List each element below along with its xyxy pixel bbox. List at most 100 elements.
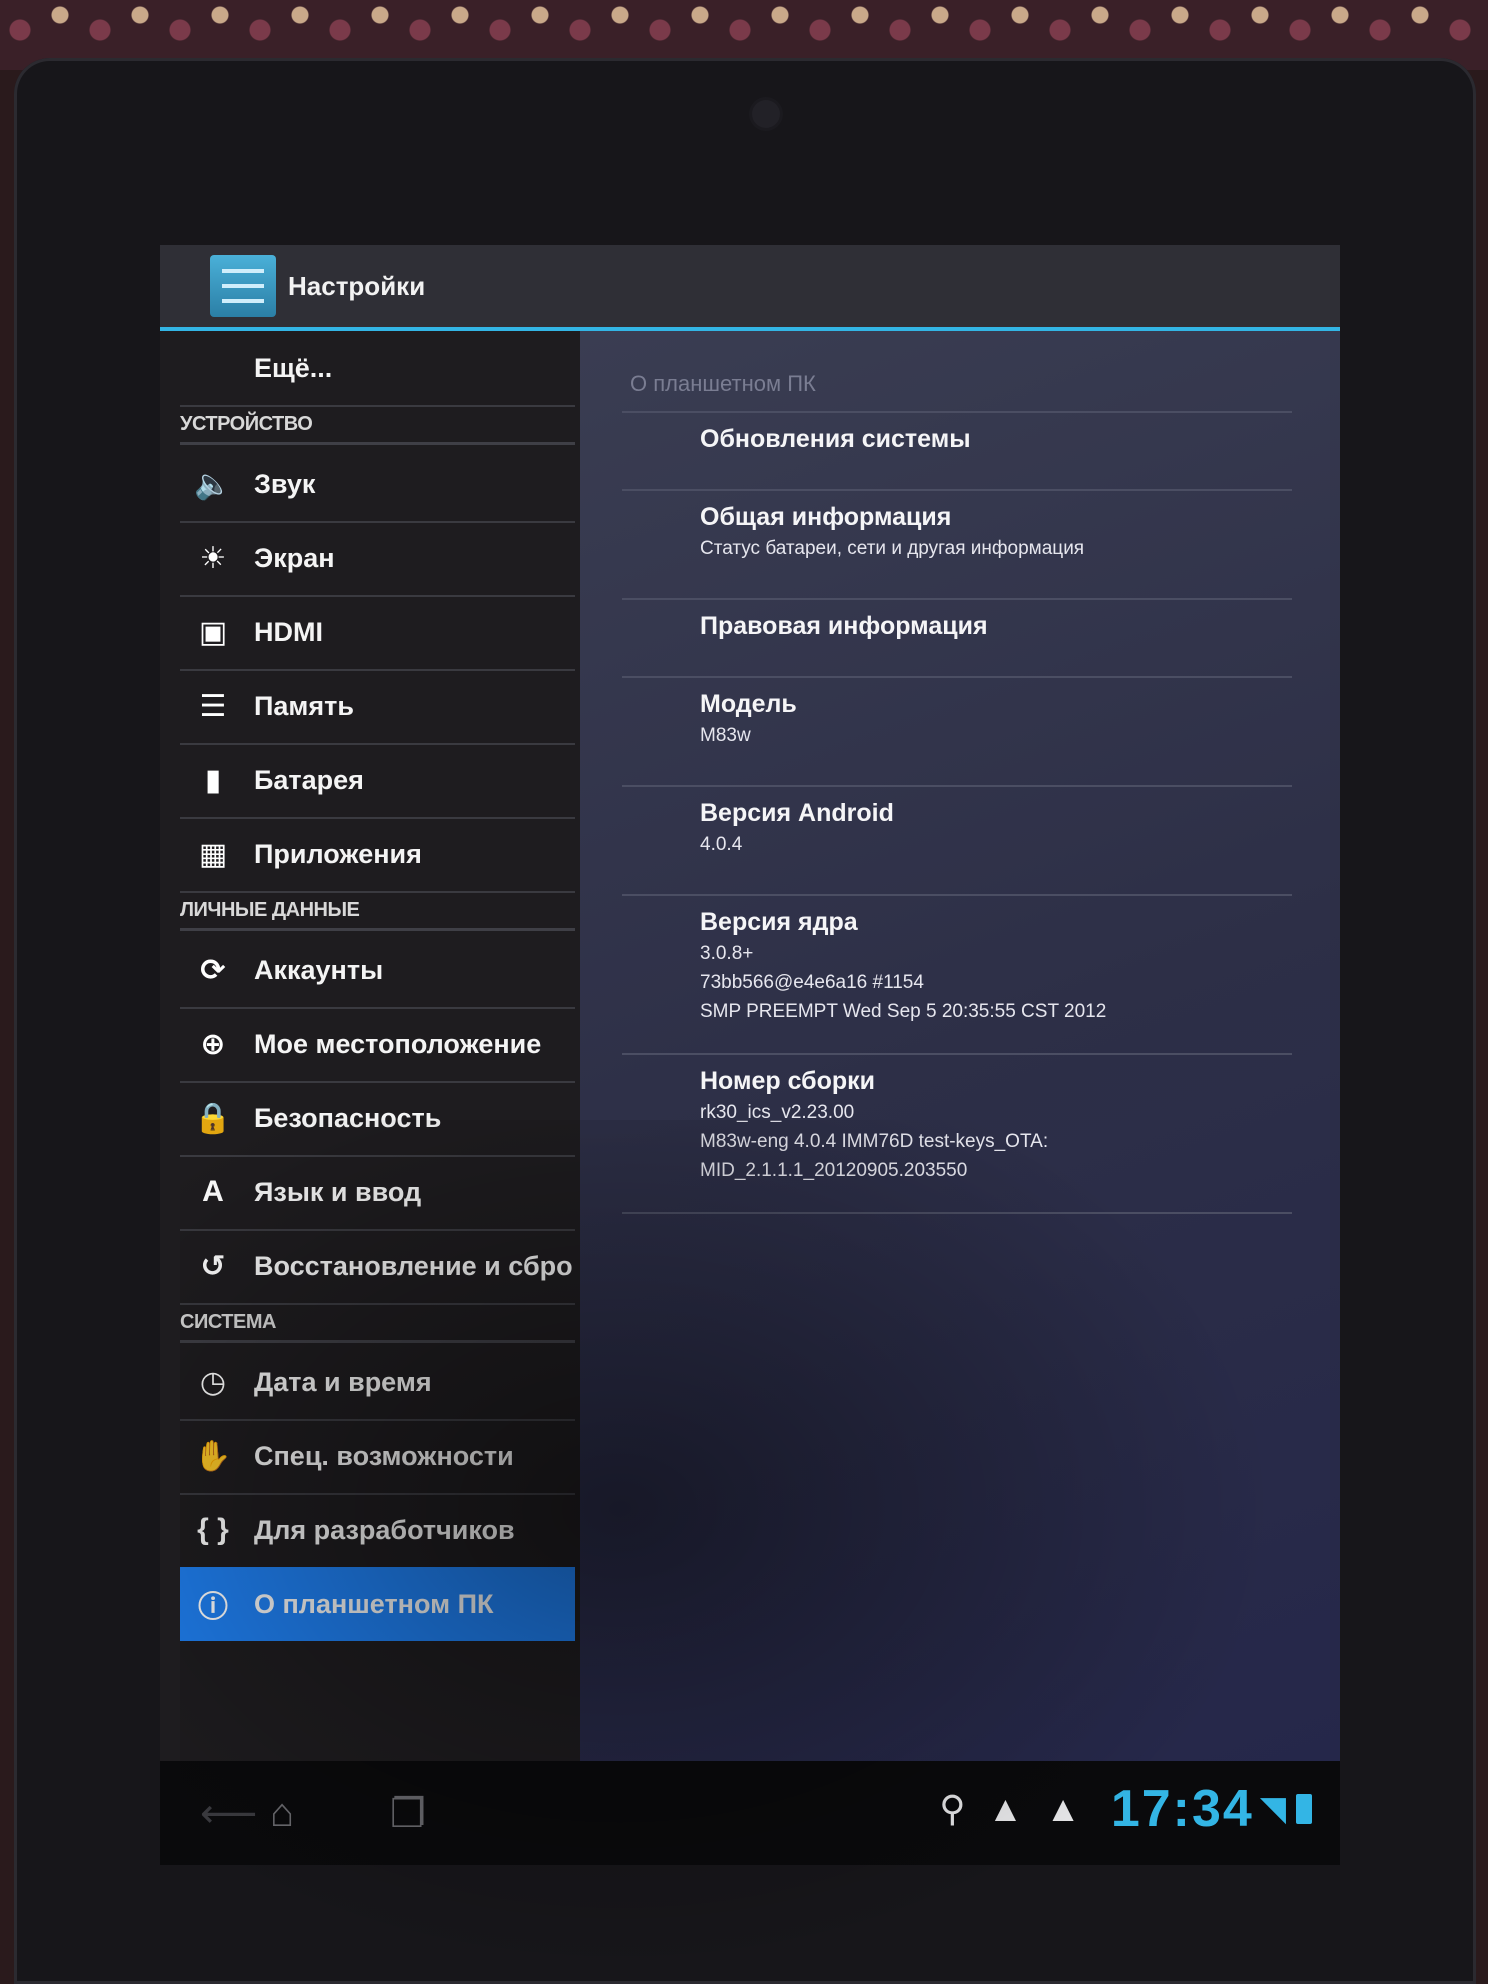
preference-summary: 4.0.4 (700, 834, 743, 855)
sidebar-item-label: О планшетном ПК (254, 1588, 494, 1619)
sidebar-item-label: Экран (254, 542, 335, 573)
divider (622, 676, 1292, 678)
clock: 17:34 (1110, 1780, 1254, 1838)
sidebar-item[interactable]: ☀ Экран (180, 521, 575, 597)
sync-icon: ⟳ (200, 953, 226, 987)
preference-summary: M83w-eng 4.0.4 IMM76D test-keys_OTA: (700, 1131, 1049, 1152)
detail-panel: О планшетном ПК Обновления системы Общая … (580, 331, 1340, 1761)
battery-icon: ▮ (204, 763, 222, 797)
sidebar-item[interactable]: ☰ Память (180, 669, 575, 745)
sidebar-item[interactable]: ▮ Батарея (180, 743, 575, 819)
divider (622, 489, 1292, 491)
sidebar-item-label: Спец. возможности (254, 1440, 514, 1471)
sidebar-item[interactable]: Ещё... (180, 331, 575, 407)
preference-item[interactable]: Модель M83w (700, 690, 1300, 748)
preference-item[interactable]: Общая информация Статус батареи, сети и д… (700, 503, 1300, 561)
screen: Настройки Ещё... УСТРОЙСТВО 🔈 Звук ☀ Экран ▣ HD… (160, 245, 1340, 1865)
sidebar-item-label: Восстановление и сбро (254, 1250, 573, 1281)
sidebar-section-header: ЛИЧНЫЕ ДАННЫЕ (180, 891, 575, 931)
sidebar-item[interactable]: ⊕ Мое местоположение (180, 1007, 575, 1083)
sidebar-item-label: Ещё... (254, 352, 333, 383)
hand-icon: ✋ (194, 1439, 232, 1473)
sidebar-section-header: СИСТЕМА (180, 1303, 575, 1343)
preference-title: Версия ядра (700, 908, 858, 936)
divider (622, 598, 1292, 600)
preference-item[interactable]: Обновления системы (700, 425, 1300, 454)
preference-item[interactable]: Версия Android 4.0.4 (700, 799, 1300, 857)
preference-title: Модель (700, 690, 797, 718)
sidebar-item-label: Аккаунты (254, 954, 384, 985)
settings-sliders-icon[interactable] (210, 255, 276, 317)
language-icon: A (202, 1175, 224, 1208)
sidebar-item-label: Безопасность (254, 1102, 442, 1133)
speaker-icon: 🔈 (194, 467, 232, 501)
sidebar-item-label: HDMI (254, 616, 323, 647)
front-camera (752, 100, 780, 128)
divider (622, 894, 1292, 896)
brightness-icon: ☀ (199, 541, 227, 575)
divider (622, 1212, 1292, 1214)
braces-icon: { } (197, 1513, 229, 1546)
preference-title: Версия Android (700, 799, 894, 827)
preference-title: Номер сборки (700, 1067, 876, 1095)
sidebar-section-header: УСТРОЙСТВО (180, 405, 575, 445)
back-icon[interactable]: ⟵ (200, 1791, 257, 1837)
sidebar-item[interactable]: ▣ HDMI (180, 595, 575, 671)
preference-summary: Статус батареи, сети и другая информация (700, 538, 1085, 559)
preference-summary: 3.0.8+ (700, 943, 754, 964)
preference-summary: SMP PREEMPT Wed Sep 5 20:35:55 CST 2012 (700, 1001, 1107, 1022)
blank-icon (190, 345, 236, 391)
lock-icon: 🔒 (194, 1101, 232, 1135)
sidebar-item-label: Память (254, 690, 354, 721)
sidebar-item-label: Для разработчиков (254, 1514, 515, 1545)
preference-summary: M83w (700, 725, 751, 746)
app-title: Настройки (288, 270, 426, 301)
location-icon: ⊕ (200, 1027, 226, 1061)
sidebar-item[interactable]: ⓘ О планшетном ПК (180, 1567, 575, 1641)
battery-icon (1296, 1794, 1312, 1824)
home-icon[interactable]: ⌂ (270, 1791, 294, 1836)
divider (622, 411, 1292, 413)
sidebar-item[interactable]: 🔈 Звук (180, 447, 575, 523)
preference-summary: 73bb566@e4e6a16 #1154 (700, 972, 924, 993)
warning-icon: ▲ (987, 1788, 1024, 1829)
status-area[interactable]: ⚲ ▲ ▲ 17:34 ◥ (917, 1779, 1312, 1839)
info-icon: ⓘ (198, 1591, 228, 1624)
sidebar-item[interactable]: ◷ Дата и время (180, 1345, 575, 1421)
sidebar-item[interactable]: ⟳ Аккаунты (180, 933, 575, 1009)
sidebar-item-label: Звук (254, 468, 316, 499)
search-icon[interactable]: ⚲ (939, 1788, 965, 1830)
sidebar-item-label: Приложения (254, 838, 422, 869)
divider (622, 785, 1292, 787)
apps-icon: ▦ (198, 837, 228, 871)
sidebar-item-label: Мое местоположение (254, 1028, 542, 1059)
clock-icon: ◷ (199, 1365, 227, 1399)
sidebar-item[interactable]: ↺ Восстановление и сбро (180, 1229, 575, 1305)
warning-icon: ▲ (1045, 1788, 1081, 1829)
preference-item[interactable]: Правовая информация (700, 612, 1300, 641)
sidebar-item[interactable]: A Язык и ввод (180, 1155, 575, 1231)
recent-apps-icon[interactable]: ❐ (390, 1791, 426, 1837)
sidebar-item-label: Дата и время (254, 1366, 432, 1397)
action-bar: Настройки (160, 245, 1340, 331)
panel-title: О планшетном ПК (630, 371, 816, 396)
divider (622, 1053, 1292, 1055)
preference-title: Общая информация (700, 503, 952, 531)
preference-summary: MID_2.1.1.1_20120905.203550 (700, 1160, 968, 1181)
preference-title: Правовая информация (700, 612, 988, 640)
sidebar-item-label: Батарея (254, 764, 364, 795)
settings-sidebar: Ещё... УСТРОЙСТВО 🔈 Звук ☀ Экран ▣ HDMI ☰ Память ▮… (160, 331, 580, 1761)
hdmi-icon: ▣ (198, 615, 228, 649)
preference-item[interactable]: Версия ядра 3.0.8+ 73bb566@e4e6a16 #1154 SM… (700, 908, 1300, 1024)
preference-summary: rk30_ics_v2.23.00 (700, 1102, 855, 1123)
wifi-icon: ◥ (1259, 1790, 1286, 1828)
storage-icon: ☰ (199, 689, 227, 723)
sidebar-item[interactable]: 🔒 Безопасность (180, 1081, 575, 1157)
sidebar-item[interactable]: { } Для разработчиков (180, 1493, 575, 1569)
sidebar-item[interactable]: ▦ Приложения (180, 817, 575, 893)
preference-item[interactable]: Номер сборки rk30_ics_v2.23.00 M83w-eng 4.… (700, 1067, 1300, 1183)
sidebar-item-label: Язык и ввод (254, 1176, 422, 1207)
system-nav-bar: ⟵ ⌂ ❐ ⚲ ▲ ▲ 17:34 ◥ (160, 1761, 1340, 1865)
restore-icon: ↺ (200, 1249, 226, 1283)
sidebar-item[interactable]: ✋ Спец. возможности (180, 1419, 575, 1495)
